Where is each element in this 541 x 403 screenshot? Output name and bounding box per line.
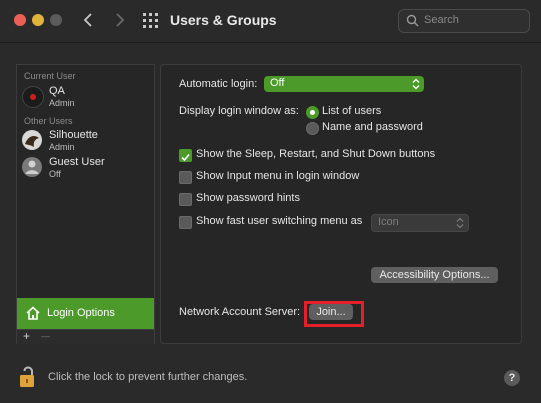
lock-icon[interactable] (19, 366, 39, 388)
window: Users & Groups Search Current User QA Ad… (0, 0, 541, 403)
user-row-guest[interactable]: Guest User Off (22, 154, 150, 182)
fast-switching-value: Icon (378, 216, 399, 228)
display-login-label: Display login window as: (179, 105, 299, 117)
login-options-label: Login Options (47, 307, 115, 319)
house-icon (26, 306, 40, 320)
radio-list-label: List of users (322, 105, 382, 117)
user-name: Silhouette (49, 129, 98, 141)
titlebar: Users & Groups Search (0, 0, 541, 43)
help-button[interactable]: ? (504, 370, 520, 386)
avatar (22, 86, 44, 108)
zoom-button[interactable] (50, 14, 62, 26)
window-title: Users & Groups (170, 12, 277, 28)
popup-chevron-icon (412, 78, 420, 90)
remove-user-button[interactable]: — (41, 331, 50, 341)
close-button[interactable] (14, 14, 26, 26)
automatic-login-popup[interactable]: Off (264, 76, 424, 92)
checkbox-fast-switching[interactable] (179, 216, 192, 229)
user-row-silhouette[interactable]: Silhouette Admin (22, 127, 150, 155)
login-options-item[interactable]: Login Options (17, 298, 154, 329)
checkbox-password-hints[interactable] (179, 193, 192, 206)
checkbox-sleep-label: Show the Sleep, Restart, and Shut Down b… (196, 148, 436, 160)
search-icon (406, 14, 419, 27)
show-all-grid-icon[interactable] (143, 13, 159, 29)
user-role: Admin (49, 98, 75, 108)
search-field[interactable]: Search (398, 9, 530, 33)
radio-list-of-users[interactable] (306, 106, 319, 119)
back-icon[interactable] (80, 11, 98, 29)
avatar (22, 130, 42, 150)
users-sidebar: Current User QA Admin Other Users Silhou… (16, 64, 155, 344)
user-role: Admin (49, 142, 75, 152)
forward-icon[interactable] (110, 11, 128, 29)
user-role: Off (49, 169, 61, 179)
radio-name-and-password[interactable] (306, 122, 319, 135)
user-row-qa[interactable]: QA Admin (22, 83, 150, 111)
automatic-login-value: Off (270, 77, 285, 89)
checkbox-hints-label: Show password hints (196, 192, 300, 204)
other-users-header: Other Users (24, 116, 73, 126)
user-name: Guest User (49, 156, 105, 168)
checkbox-fast-label: Show fast user switching menu as (196, 215, 363, 227)
accessibility-options-button[interactable]: Accessibility Options... (371, 267, 498, 283)
lock-instruction-text: Click the lock to prevent further change… (48, 371, 248, 383)
radio-name-label: Name and password (322, 121, 423, 133)
checkbox-input-menu[interactable] (179, 171, 192, 184)
join-highlight-outline (304, 301, 364, 327)
popup-chevron-icon (456, 217, 464, 229)
network-account-server-label: Network Account Server: (179, 306, 301, 318)
checkbox-sleep-restart[interactable] (179, 149, 192, 162)
add-remove-bar: + — (17, 329, 154, 344)
current-user-header: Current User (24, 71, 76, 81)
minimize-button[interactable] (32, 14, 44, 26)
add-user-button[interactable]: + (23, 329, 30, 343)
checkbox-input-label: Show Input menu in login window (196, 170, 360, 182)
fast-switching-popup[interactable]: Icon (371, 214, 469, 232)
automatic-login-label: Automatic login: (179, 78, 258, 90)
guest-avatar-icon (22, 157, 42, 177)
search-placeholder: Search (424, 14, 459, 26)
user-name: QA (49, 85, 65, 97)
